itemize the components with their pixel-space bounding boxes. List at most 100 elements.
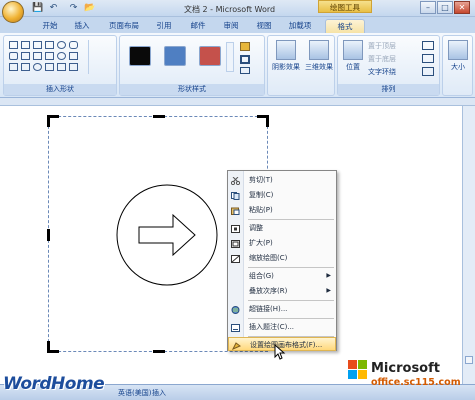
scissors-icon	[230, 176, 241, 186]
star-shape-icon[interactable]	[69, 52, 78, 60]
microsoft-logo-icon	[348, 360, 367, 379]
menu-separator	[248, 267, 334, 268]
menu-item-order[interactable]: 叠放次序(R) ▶	[228, 284, 336, 298]
format-canvas-icon	[231, 341, 241, 350]
align-icon[interactable]	[422, 41, 434, 50]
arrow-shape-icon[interactable]	[33, 52, 42, 60]
arrange-label: 排列	[338, 84, 439, 95]
expand-icon	[231, 239, 240, 248]
crop-handle[interactable]	[47, 229, 50, 241]
scroll-down-arrow[interactable]	[465, 356, 473, 364]
menu-item-adjust[interactable]: 调整	[228, 221, 336, 235]
insert-caption-icon	[231, 323, 240, 332]
oval-shape-icon[interactable]	[57, 41, 66, 49]
style-swatch-red[interactable]	[199, 46, 221, 66]
heart-shape-icon[interactable]	[57, 52, 66, 60]
line-shape-icon[interactable]	[33, 41, 42, 49]
undo-icon[interactable]: ↶	[48, 3, 59, 14]
shape-styles-group: 形状样式	[119, 35, 265, 96]
tab-addins[interactable]: 加载项	[284, 19, 316, 33]
rounded-rect-shape-icon[interactable]	[69, 41, 78, 49]
tab-home[interactable]: 开始	[38, 19, 62, 33]
ribbon-tabs: 开始 插入 页面布局 引用 邮件 审阅 视图 加载项 格式	[0, 17, 475, 33]
context-menu: 剪切(T) 复制(C) 粘贴(P) 调整 扩大(P) 缩放绘图(C) 组合(G)…	[227, 170, 337, 351]
style-swatch-black[interactable]	[129, 46, 151, 66]
three-d-effects-button[interactable]: 三维效果	[303, 40, 335, 72]
tab-review[interactable]: 审阅	[219, 19, 243, 33]
tab-mailings[interactable]: 邮件	[186, 19, 210, 33]
tab-insert[interactable]: 插入	[70, 19, 94, 33]
horizontal-ruler	[0, 98, 475, 106]
copy-icon	[231, 191, 240, 200]
textbox-shape-icon[interactable]	[9, 41, 18, 49]
style-gallery-scroll[interactable]	[226, 42, 234, 72]
shape-icon[interactable]	[33, 63, 42, 71]
arrow-shape-icon[interactable]	[45, 52, 54, 60]
textbox-shape-icon[interactable]	[21, 41, 30, 49]
position-button[interactable]: 位置	[340, 40, 366, 72]
outline-color-icon[interactable]	[240, 55, 250, 64]
crop-handle[interactable]	[266, 115, 269, 127]
shape-styles-label: 形状样式	[120, 84, 264, 95]
window-title: 文档 2 - Microsoft Word	[184, 5, 276, 14]
shape-icon[interactable]	[45, 63, 54, 71]
tab-references[interactable]: 引用	[152, 19, 176, 33]
menu-separator	[248, 318, 334, 319]
change-shape-icon[interactable]	[240, 67, 250, 74]
tab-view[interactable]: 视图	[252, 19, 276, 33]
vertical-scrollbar[interactable]	[462, 106, 475, 384]
menu-item-paste[interactable]: 粘贴(P)	[228, 203, 336, 217]
size-group: 大小	[442, 35, 473, 96]
language-status[interactable]: 英语(美国)	[118, 388, 151, 398]
circle-arrow-shape[interactable]	[115, 183, 219, 287]
menu-item-expand[interactable]: 扩大(P)	[228, 236, 336, 250]
menu-item-copy[interactable]: 复制(C)	[228, 188, 336, 202]
redo-icon[interactable]: ↷	[68, 3, 79, 14]
submenu-arrow-icon: ▶	[326, 287, 331, 294]
tab-page-layout[interactable]: 页面布局	[104, 19, 144, 33]
menu-item-scale-drawing[interactable]: 缩放绘图(C)	[228, 251, 336, 265]
crop-handle[interactable]	[153, 350, 165, 353]
save-icon[interactable]: 💾	[32, 3, 43, 14]
menu-item-cut[interactable]: 剪切(T)	[228, 173, 336, 187]
office-button[interactable]	[2, 1, 24, 23]
drawing-tools-context: 绘图工具	[318, 0, 372, 13]
maximize-button[interactable]: □	[437, 1, 453, 14]
callout-shape-icon[interactable]	[21, 63, 30, 71]
tab-format[interactable]: 格式	[325, 19, 365, 33]
hyperlink-icon	[231, 305, 240, 314]
crop-handle[interactable]	[153, 115, 165, 118]
insert-shapes-label: 插入形状	[4, 84, 116, 95]
crop-handle[interactable]	[47, 115, 50, 127]
group-icon[interactable]	[422, 54, 434, 63]
send-to-back-button[interactable]: 置于底层	[368, 54, 396, 64]
insert-shapes-group: 插入形状	[3, 35, 117, 96]
close-button[interactable]: ✕	[454, 1, 470, 14]
size-button[interactable]: 大小	[445, 40, 471, 72]
microsoft-brand-text: Microsoft	[371, 361, 440, 376]
menu-item-hyperlink[interactable]: 超链接(H)...	[228, 302, 336, 316]
edit-shape-tools[interactable]	[88, 40, 114, 74]
arrow-shape-icon[interactable]	[9, 52, 18, 60]
shadow-effects-button[interactable]: 阴影效果	[270, 40, 302, 72]
rotate-icon[interactable]	[422, 67, 434, 76]
bring-to-front-button[interactable]: 置于顶层	[368, 41, 396, 51]
three-d-icon	[309, 40, 329, 60]
position-icon	[343, 40, 363, 60]
open-icon[interactable]: 📂	[84, 3, 95, 14]
crop-handle[interactable]	[47, 341, 50, 353]
shape-icon[interactable]	[57, 63, 66, 71]
rectangle-shape-icon[interactable]	[45, 41, 54, 49]
menu-item-group[interactable]: 组合(G) ▶	[228, 269, 336, 283]
style-swatch-blue[interactable]	[164, 46, 186, 66]
text-wrap-button[interactable]: 文字环绕	[368, 67, 396, 77]
minimize-button[interactable]: –	[420, 1, 436, 14]
size-icon	[448, 40, 468, 60]
fill-color-icon[interactable]	[240, 42, 250, 51]
callout-shape-icon[interactable]	[9, 63, 18, 71]
menu-item-insert-caption[interactable]: 插入题注(C)...	[228, 320, 336, 334]
paste-icon	[231, 206, 240, 215]
shape-icon[interactable]	[69, 63, 78, 71]
triangle-shape-icon[interactable]	[21, 52, 30, 60]
insert-mode-status[interactable]: 插入	[152, 388, 166, 398]
